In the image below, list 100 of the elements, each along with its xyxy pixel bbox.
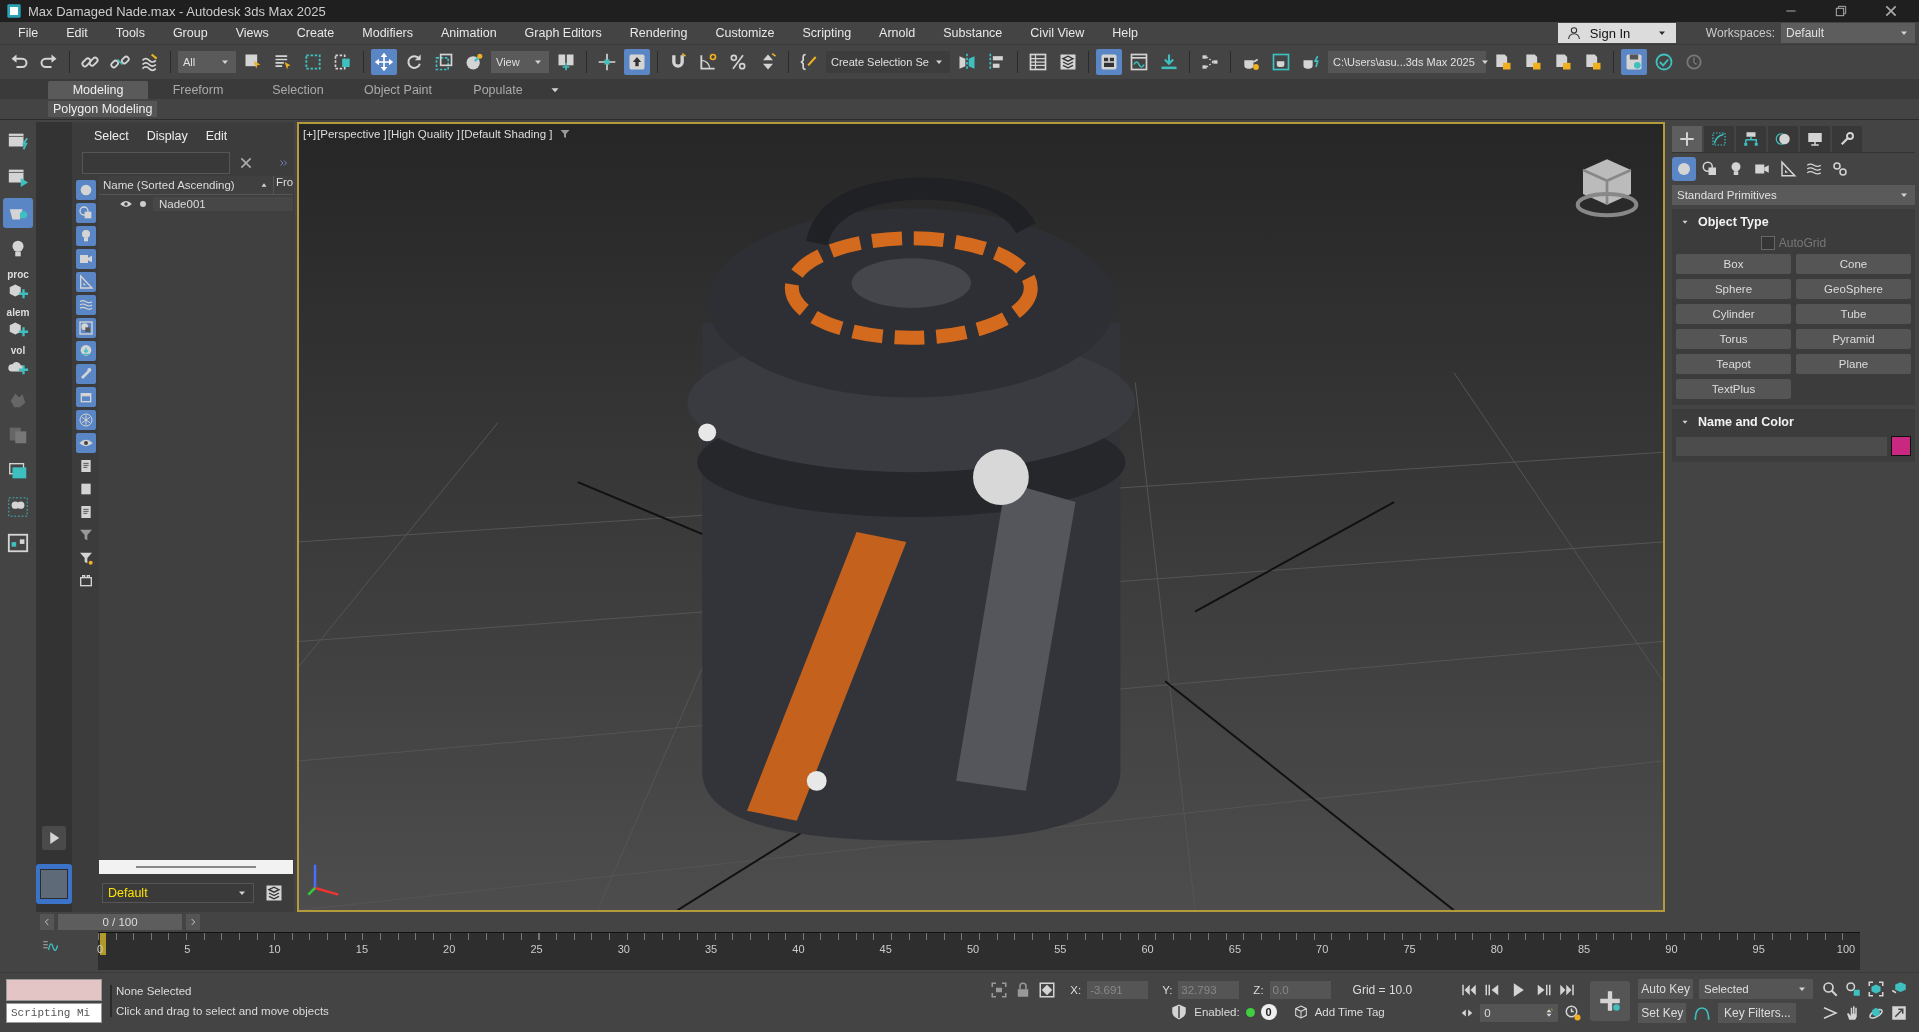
funnel-icon[interactable]: [559, 128, 572, 140]
key-mode-dropdown[interactable]: Selected: [1699, 979, 1813, 999]
explorer-menu-item[interactable]: Select: [94, 129, 129, 143]
key-filters-button[interactable]: Key Filters...: [1718, 1003, 1797, 1023]
menu-item[interactable]: Modifiers: [348, 26, 427, 40]
scrollbar[interactable]: [99, 860, 294, 874]
key-plus-icon[interactable]: [1590, 981, 1631, 1021]
cube-outline-icon[interactable]: [1292, 1004, 1309, 1020]
menu-item[interactable]: Arnold: [865, 26, 930, 40]
workspace-dropdown[interactable]: Default: [1781, 23, 1915, 43]
toolbar-dropdown[interactable]: All: [178, 51, 236, 73]
layers-icon[interactable]: [264, 883, 284, 903]
menu-item[interactable]: Create: [282, 26, 349, 40]
waves-icon[interactable]: [76, 295, 96, 315]
explorer-menu-item[interactable]: Display: [146, 129, 188, 143]
eye-icon[interactable]: [76, 433, 96, 453]
frame-field[interactable]: 0: [1480, 1004, 1559, 1022]
sign-in-button[interactable]: Sign In: [1557, 23, 1676, 43]
bone-icon[interactable]: [76, 364, 96, 384]
category-dropdown[interactable]: Standard Primitives: [1672, 185, 1915, 205]
plus-icon[interactable]: [1672, 126, 1702, 152]
primitive-button[interactable]: Cone: [1796, 254, 1911, 274]
column-header[interactable]: Name (Sorted Ascending): [99, 176, 274, 194]
status-dot[interactable]: [1245, 1007, 1255, 1017]
primitive-button[interactable]: TextPlus: [1676, 379, 1791, 399]
layer-dropdown[interactable]: Default: [102, 883, 254, 903]
viewport-label[interactable]: [Default Shading ]: [461, 128, 553, 140]
menu-item[interactable]: Edit: [52, 26, 102, 40]
menu-item[interactable]: Tools: [101, 26, 159, 40]
explorer-menu-item[interactable]: Edit: [205, 129, 228, 143]
arrow-square-icon[interactable]: [624, 49, 650, 75]
ribbon-tab[interactable]: Populate: [448, 81, 548, 99]
wrench-icon[interactable]: [1832, 126, 1862, 152]
viewport-label[interactable]: [Perspective ]: [317, 128, 387, 140]
menu-item[interactable]: Civil View: [1016, 26, 1099, 40]
search-field[interactable]: [82, 152, 230, 174]
menu-item[interactable]: Scripting: [788, 26, 866, 40]
set-key-button[interactable]: Set Key: [1638, 1003, 1687, 1023]
primitive-button[interactable]: Tube: [1796, 304, 1911, 324]
maximize-icon[interactable]: [1890, 1004, 1908, 1022]
dot-icon[interactable]: [137, 198, 149, 210]
container-icon[interactable]: [76, 341, 96, 361]
move-icon[interactable]: [371, 49, 397, 75]
object-name[interactable]: Nade001: [153, 197, 294, 211]
shield-icon[interactable]: [1170, 1003, 1189, 1021]
primitive-button[interactable]: GeoSphere: [1796, 279, 1911, 299]
snowflake-icon[interactable]: [76, 410, 96, 430]
viewport-label[interactable]: [+]: [303, 128, 317, 140]
toolbar-dropdown[interactable]: View: [491, 51, 549, 73]
primitive-button[interactable]: Cylinder: [1676, 304, 1791, 324]
ribbon-icon[interactable]: [1096, 49, 1122, 75]
add-time-tag-link[interactable]: Add Time Tag: [1314, 1006, 1385, 1018]
menu-item[interactable]: Substance: [929, 26, 1017, 40]
play-icon[interactable]: [42, 826, 66, 850]
monitor-icon[interactable]: [1800, 126, 1830, 152]
menu-item[interactable]: Group: [158, 26, 222, 40]
track-bar[interactable]: 0 5 10 15 20 25 30 35 40 45 50 55 60 65 70 75 80 85 90 95 100: [98, 932, 1860, 970]
chevrons-icon[interactable]: [278, 157, 290, 169]
command-tool[interactable]: vol: [3, 346, 33, 378]
ribbon-tab[interactable]: Freeform: [148, 81, 248, 99]
primitive-button[interactable]: Torus: [1676, 329, 1791, 349]
primitive-button[interactable]: Sphere: [1676, 279, 1791, 299]
rollout-title[interactable]: Name and Color: [1698, 415, 1794, 429]
zoom-extents-icon[interactable]: [1867, 980, 1885, 998]
close-icon[interactable]: [1883, 3, 1899, 19]
menu-item[interactable]: Animation: [427, 26, 511, 40]
close-icon[interactable]: [238, 155, 254, 171]
chevron-right-icon[interactable]: [188, 917, 198, 927]
auto-key-button[interactable]: Auto Key: [1638, 979, 1693, 999]
shapes-icon[interactable]: [76, 203, 96, 223]
chevron-left-icon[interactable]: [42, 917, 52, 927]
menu-item[interactable]: File: [4, 26, 53, 40]
corner-frame-icon[interactable]: [990, 981, 1009, 999]
primitive-button[interactable]: Teapot: [1676, 354, 1791, 374]
restore-icon[interactable]: [1833, 3, 1849, 19]
diamond-square-icon[interactable]: [1038, 981, 1057, 999]
time-slider[interactable]: 0 / 100: [40, 913, 1862, 931]
zoom-all-icon[interactable]: [1844, 980, 1862, 998]
hierarchy-icon[interactable]: [1736, 126, 1766, 152]
command-tool[interactable]: proc: [3, 270, 33, 302]
time-slider-thumb[interactable]: 0 / 100: [58, 914, 182, 930]
primitive-button[interactable]: Plane: [1796, 354, 1911, 374]
menu-item[interactable]: Views: [221, 26, 283, 40]
ribbon-tab[interactable]: Modeling: [48, 81, 148, 99]
ribbon-tab[interactable]: Object Paint: [348, 81, 448, 99]
command-tool[interactable]: alem: [3, 308, 33, 340]
viewport-layout-tab[interactable]: [36, 864, 72, 904]
menu-item[interactable]: Help: [1098, 26, 1152, 40]
primitive-button[interactable]: Box: [1676, 254, 1791, 274]
ruler-icon[interactable]: [76, 272, 96, 292]
column-header[interactable]: Fro: [274, 176, 294, 194]
xref-icon[interactable]: [76, 318, 96, 338]
ribbon-tab[interactable]: Selection: [248, 81, 348, 99]
primitive-button[interactable]: Pyramid: [1796, 329, 1911, 349]
bulb-icon[interactable]: [76, 226, 96, 246]
toolbar-dropdown[interactable]: Create Selection Se: [826, 51, 950, 73]
ribbon-panel-tab[interactable]: Polygon Modeling: [48, 101, 158, 117]
color-swatch[interactable]: [1891, 436, 1911, 456]
camera-icon[interactable]: [76, 249, 96, 269]
box-lid-icon[interactable]: [76, 387, 96, 407]
